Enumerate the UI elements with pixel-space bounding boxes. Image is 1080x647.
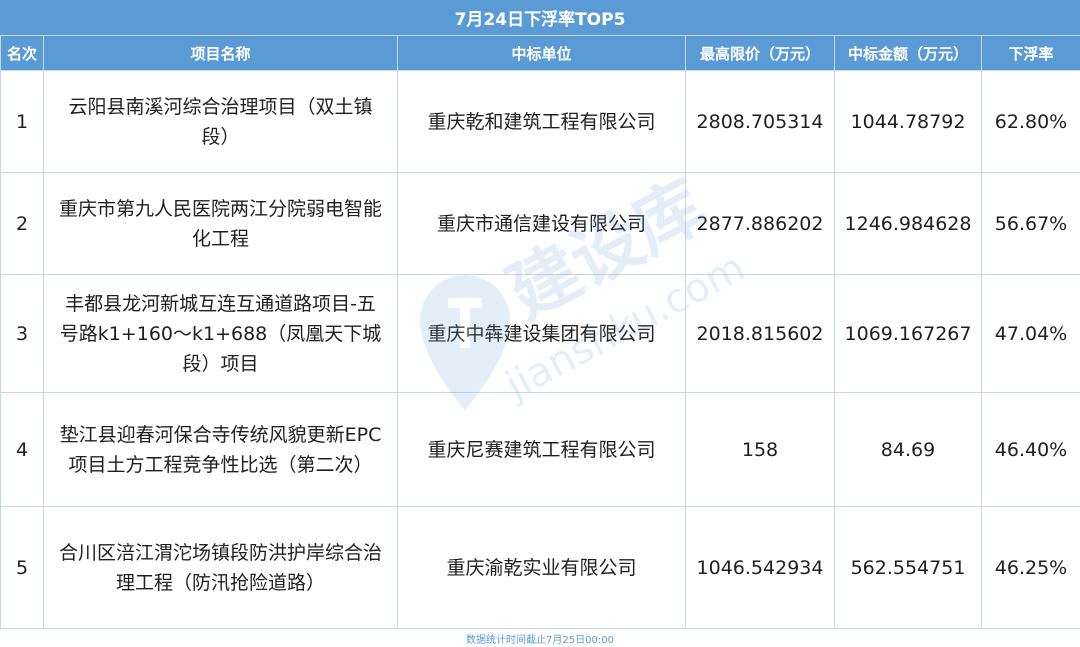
winner-cell: 重庆尼赛建筑工程有限公司 — [398, 393, 686, 507]
rank-cell: 4 — [1, 393, 44, 507]
header-rank: 名次 — [1, 36, 44, 71]
discount-rate-cell: 47.04% — [982, 275, 1080, 393]
table-row: 1 云阳县南溪河综合治理项目（双土镇段） 重庆乾和建筑工程有限公司 2808.7… — [1, 71, 1080, 173]
rank-cell: 2 — [1, 173, 44, 275]
discount-rate-cell: 46.40% — [982, 393, 1080, 507]
max-price-cell: 1046.542934 — [686, 507, 835, 630]
max-price-cell: 2808.705314 — [686, 71, 835, 173]
table-row: 3 丰都县龙河新城互连互通道路项目-五号路k1+160～k1+688（凤凰天下城… — [1, 275, 1080, 393]
project-name-cell: 云阳县南溪河综合治理项目（双土镇段） — [44, 71, 398, 173]
project-name-cell: 垫江县迎春河保合寺传统风貌更新EPC项目土方工程竞争性比选（第二次） — [44, 393, 398, 507]
project-name-cell: 合川区涪江渭沱场镇段防洪护岸综合治理工程（防汛抢险道路） — [44, 507, 398, 630]
bid-amount-cell: 84.69 — [835, 393, 982, 507]
header-project: 项目名称 — [44, 36, 398, 71]
max-price-cell: 2877.886202 — [686, 173, 835, 275]
winner-cell: 重庆渝乾实业有限公司 — [398, 507, 686, 630]
rank-cell: 5 — [1, 507, 44, 630]
bid-amount-cell: 1069.167267 — [835, 275, 982, 393]
data-cutoff-note: 数据统计时间截止7月25日00:00 — [0, 628, 1080, 647]
bid-amount-cell: 562.554751 — [835, 507, 982, 630]
winner-cell: 重庆乾和建筑工程有限公司 — [398, 71, 686, 173]
header-discount-rate: 下浮率 — [982, 36, 1080, 71]
bid-amount-cell: 1044.78792 — [835, 71, 982, 173]
bid-amount-cell: 1246.984628 — [835, 173, 982, 275]
table-row: 4 垫江县迎春河保合寺传统风貌更新EPC项目土方工程竞争性比选（第二次） 重庆尼… — [1, 393, 1080, 507]
header-row: 名次 项目名称 中标单位 最高限价（万元） 中标金额（万元） 下浮率 — [1, 36, 1080, 71]
winner-cell: 重庆市通信建设有限公司 — [398, 173, 686, 275]
ranking-table: 名次 项目名称 中标单位 最高限价（万元） 中标金额（万元） 下浮率 1 云阳县… — [0, 35, 1080, 630]
table-row: 2 重庆市第九人民医院两江分院弱电智能化工程 重庆市通信建设有限公司 2877.… — [1, 173, 1080, 275]
header-max-price: 最高限价（万元） — [686, 36, 835, 71]
rank-cell: 1 — [1, 71, 44, 173]
winner-cell: 重庆中犇建设集团有限公司 — [398, 275, 686, 393]
discount-rate-cell: 56.67% — [982, 173, 1080, 275]
discount-rate-cell: 46.25% — [982, 507, 1080, 630]
discount-rate-cell: 62.80% — [982, 71, 1080, 173]
max-price-cell: 158 — [686, 393, 835, 507]
table-title: 7月24日下浮率TOP5 — [0, 0, 1080, 36]
max-price-cell: 2018.815602 — [686, 275, 835, 393]
rank-cell: 3 — [1, 275, 44, 393]
project-name-cell: 重庆市第九人民医院两江分院弱电智能化工程 — [44, 173, 398, 275]
project-name-cell: 丰都县龙河新城互连互通道路项目-五号路k1+160～k1+688（凤凰天下城段）… — [44, 275, 398, 393]
table-row: 5 合川区涪江渭沱场镇段防洪护岸综合治理工程（防汛抢险道路） 重庆渝乾实业有限公… — [1, 507, 1080, 630]
header-winner: 中标单位 — [398, 36, 686, 71]
header-bid-amount: 中标金额（万元） — [835, 36, 982, 71]
